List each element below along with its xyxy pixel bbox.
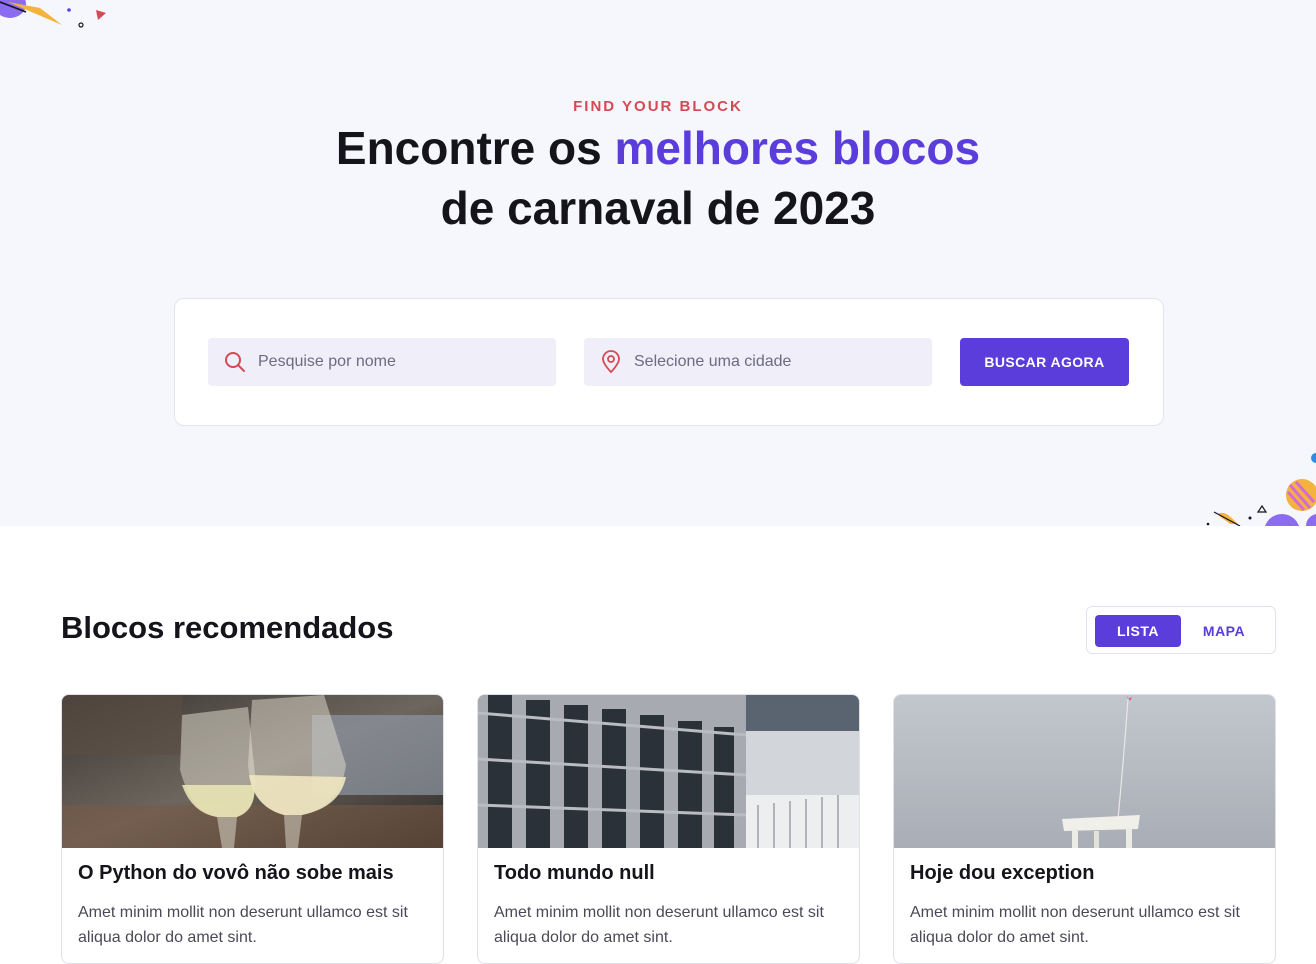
hero-eyebrow: FIND YOUR BLOCK: [573, 98, 743, 115]
headline-part-2: de carnaval de 2023: [440, 182, 876, 234]
headline-accent: melhores blocos: [614, 122, 981, 174]
search-icon: [222, 349, 248, 375]
card-title: Todo mundo null: [494, 862, 655, 884]
city-select-field[interactable]: [584, 338, 932, 386]
card-title: Hoje dou exception: [910, 862, 1095, 884]
headline-part-1: Encontre os: [335, 122, 615, 174]
name-search-input[interactable]: [258, 353, 556, 371]
confetti-decoration-top-left: [0, 0, 106, 28]
hero-section: FIND YOUR BLOCK Encontre os melhores blo…: [0, 0, 1316, 526]
name-search-field[interactable]: [208, 338, 556, 386]
card-image: [478, 695, 859, 848]
search-now-button[interactable]: BUSCAR AGORA: [960, 338, 1129, 386]
card-title: O Python do vovô não sobe mais: [78, 862, 394, 884]
view-toggle: LISTA MAPA: [1086, 606, 1276, 654]
card-image: [894, 695, 1275, 848]
view-map-button[interactable]: MAPA: [1181, 615, 1267, 647]
search-card: BUSCAR AGORA: [174, 298, 1164, 426]
card-description: Amet minim mollit non deserunt ullamco e…: [494, 904, 824, 946]
confetti-decoration-bottom-right: [1206, 453, 1316, 526]
card-description: Amet minim mollit non deserunt ullamco e…: [78, 904, 408, 946]
block-card[interactable]: O Python do vovô não sobe mais Amet mini…: [61, 694, 444, 964]
map-pin-icon: [598, 349, 624, 375]
card-image: [62, 695, 443, 848]
block-card[interactable]: Hoje dou exception Amet minim mollit non…: [893, 694, 1276, 964]
block-card[interactable]: Todo mundo null Amet minim mollit non de…: [477, 694, 860, 964]
view-list-button[interactable]: LISTA: [1095, 615, 1181, 647]
city-select-input[interactable]: [634, 353, 932, 371]
hero-headline: Encontre os melhores blocos de carnaval …: [0, 118, 1316, 238]
section-title: Blocos recomendados: [61, 610, 394, 645]
card-description: Amet minim mollit non deserunt ullamco e…: [910, 904, 1240, 946]
